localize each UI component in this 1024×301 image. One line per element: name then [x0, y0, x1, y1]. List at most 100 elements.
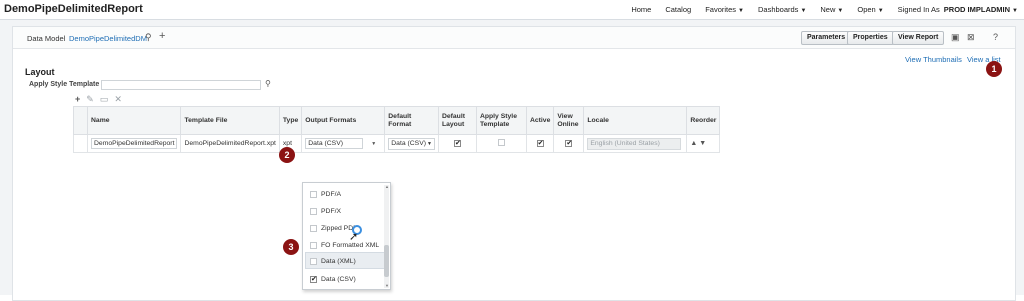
cell-default-format: Data (CSV)▼ — [384, 134, 439, 153]
top-bar: DemoPipeDelimitedReport Home Catalog Fav… — [0, 0, 1024, 20]
search-icon[interactable]: ⚲ — [265, 79, 271, 88]
nav-favorites[interactable]: Favorites ▼ — [705, 5, 744, 14]
view-online-checkbox[interactable]: ✔ — [565, 140, 573, 147]
chevron-down-icon: ▼ — [738, 8, 744, 14]
help-icon[interactable]: ? — [993, 32, 998, 42]
header-apply-style-template: Apply Style Template — [475, 106, 527, 135]
apply-style-template-checkbox[interactable] — [497, 139, 505, 146]
option-checkbox[interactable] — [310, 207, 317, 215]
default-layout-checkbox[interactable]: ✔ — [453, 140, 461, 147]
chevron-down-icon[interactable]: ▼ — [371, 141, 376, 147]
cell-locale: English (United States) — [583, 134, 688, 153]
apply-style-template-input[interactable] — [101, 80, 261, 90]
option-pdf-x[interactable]: PDF/X — [310, 205, 341, 217]
edit-icon[interactable]: ✎ — [86, 94, 94, 105]
output-formats-select[interactable]: Data (CSV) — [305, 138, 364, 149]
apply-style-template-label: Apply Style Template — [29, 81, 100, 88]
cell-reorder: ▲ ▼ — [686, 134, 721, 153]
header-template-file: Template File — [180, 106, 280, 135]
active-checkbox[interactable]: ✔ — [536, 140, 544, 147]
header-locale: Locale — [583, 106, 688, 135]
nav-open[interactable]: Open ▼ — [857, 5, 883, 14]
table-row: DemoPipeDelimitedReport DemoPipeDelimite… — [73, 134, 721, 153]
option-checkbox[interactable] — [310, 257, 317, 265]
scroll-down-icon[interactable]: ▼ — [385, 283, 389, 288]
data-model-label: Data Model — [27, 34, 66, 43]
view-report-button[interactable]: View Report — [892, 31, 945, 45]
nav-catalog[interactable]: Catalog — [665, 5, 691, 14]
nav-new-label: New — [820, 5, 836, 14]
callout-badge: 3 — [283, 239, 299, 255]
cell-active: ✔ — [525, 134, 555, 153]
name-input[interactable]: DemoPipeDelimitedReport — [91, 138, 178, 149]
header-active: Active — [525, 106, 555, 135]
option-label: Data (CSV) — [321, 275, 356, 283]
nav-favorites-label: Favorites — [705, 5, 737, 14]
row-handle — [73, 134, 88, 153]
chevron-down-icon: ▼ — [427, 140, 432, 147]
cell-name: DemoPipeDelimitedReport — [86, 134, 182, 153]
row-handle-header — [73, 106, 88, 135]
nav-dashboards-label: Dashboards — [757, 5, 799, 14]
editor-toolbar: Data Model DemoPipeDelimitedDM ⚲ + Param… — [13, 27, 1015, 49]
parameters-button[interactable]: Parameters — [801, 31, 852, 45]
option-label: PDF/A — [321, 190, 342, 198]
move-up-icon[interactable]: ▲ — [690, 140, 697, 147]
output-formats-dropdown: PDF/A PDF/X Zipped PDFs FO Formatted XML… — [302, 182, 391, 290]
option-checkbox[interactable] — [310, 190, 317, 198]
locale-field: English (United States) — [587, 137, 682, 150]
nav-open-label: Open — [857, 5, 876, 14]
nav-new[interactable]: New ▼ — [820, 5, 843, 14]
view-thumbnails-link[interactable]: View Thumbnails — [905, 55, 962, 64]
callout-badge: 1 — [986, 61, 1002, 77]
app-title: DemoPipeDelimitedReport — [4, 3, 143, 15]
layout-table: Name Template File Type Output Formats D… — [73, 106, 721, 153]
chevron-down-icon: ▼ — [800, 8, 807, 14]
option-checkbox[interactable]: ✔ — [310, 275, 317, 283]
header-default-layout: Default Layout — [437, 106, 477, 135]
move-down-icon[interactable]: ▼ — [699, 140, 706, 147]
cell-default-layout: ✔ — [437, 134, 477, 153]
option-data-csv[interactable]: ✔ Data (CSV) — [310, 273, 356, 285]
option-fo-formatted-xml[interactable]: FO Formatted XML — [310, 239, 379, 251]
cell-view-online: ✔ — [553, 134, 585, 153]
add-icon[interactable]: + — [159, 30, 165, 42]
table-header-row: Name Template File Type Output Formats D… — [73, 106, 721, 135]
add-icon[interactable]: + — [75, 94, 80, 105]
workspace: Data Model DemoPipeDelimitedDM ⚲ + Param… — [0, 20, 1024, 301]
global-nav: Home Catalog Favorites ▼ Dashboards ▼ New ▼… — [617, 5, 1018, 14]
header-default-format: Default Format — [384, 106, 439, 135]
option-label: Data (XML) — [321, 257, 356, 265]
scrollbar-thumb[interactable] — [384, 245, 389, 277]
mouse-cursor-icon: ➚ — [349, 231, 359, 243]
properties-button[interactable]: Properties — [847, 31, 894, 45]
rename-icon[interactable]: ▭ — [100, 94, 109, 105]
header-view-online: View Online — [553, 106, 585, 135]
nav-home[interactable]: Home — [631, 5, 651, 14]
data-model-link[interactable]: DemoPipeDelimitedDM — [69, 34, 147, 43]
option-pdf-a[interactable]: PDF/A — [310, 188, 341, 200]
signed-in-label: Signed In As — [897, 5, 940, 14]
default-format-select[interactable]: Data (CSV)▼ — [388, 137, 435, 150]
option-checkbox[interactable] — [310, 224, 317, 232]
default-format-value: Data (CSV) — [391, 139, 426, 147]
option-data-xml[interactable]: Data (XML) — [310, 255, 356, 267]
save-as-icon[interactable]: ⊠ — [967, 32, 975, 43]
cell-apply-style-template — [475, 134, 527, 153]
layout-heading: Layout — [25, 67, 55, 77]
callout-badge: 2 — [279, 147, 295, 163]
delete-icon[interactable]: ✕ — [114, 94, 122, 105]
cell-template-file: DemoPipeDelimitedReport.xpt — [180, 134, 280, 153]
user-menu[interactable]: PROD IMPLADMIN ▼ — [944, 5, 1018, 14]
user-name: PROD IMPLADMIN — [943, 5, 1011, 14]
report-editor-panel: Data Model DemoPipeDelimitedDM ⚲ + Param… — [12, 26, 1016, 301]
nav-dashboards[interactable]: Dashboards ▼ — [758, 5, 806, 14]
grid-tools: + ✎ ▭ ✕ — [75, 94, 122, 105]
header-output-formats: Output Formats — [301, 106, 386, 135]
search-icon[interactable]: ⚲ — [145, 32, 152, 43]
save-icon[interactable]: ▣ — [951, 32, 960, 43]
option-checkbox[interactable] — [310, 241, 317, 249]
chevron-down-icon: ▼ — [1012, 8, 1018, 14]
scroll-up-icon[interactable]: ▲ — [385, 184, 389, 189]
header-name: Name — [86, 106, 182, 135]
